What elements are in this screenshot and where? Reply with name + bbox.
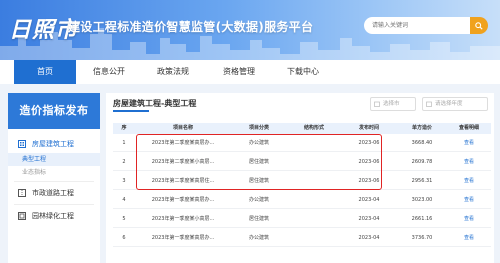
site-header: 日照市 建设工程标准造价智慧监管(大数据)服务平台: [0, 0, 500, 60]
col-price: 单方造价: [411, 125, 432, 131]
sidebar-heading: 造价指标发布: [8, 93, 100, 129]
sidebar-item-building[interactable]: 房屋建筑工程: [8, 135, 100, 153]
view-link[interactable]: 查看: [447, 153, 491, 171]
calendar-icon: [374, 101, 380, 107]
cell-date: 2023-04: [358, 216, 380, 222]
cell-type: 办公建筑: [248, 197, 269, 203]
cell-price: 3668.40: [411, 140, 433, 146]
view-link[interactable]: 查看: [447, 134, 491, 152]
table-header: 序 项目名称 项目分类 结构形式 发布时间 单方造价 查看明细: [113, 123, 491, 134]
cell-type: 居住建筑: [248, 216, 269, 222]
view-link[interactable]: 查看: [447, 229, 491, 247]
building-icon: [18, 140, 26, 148]
region-select-value: 选择市: [383, 101, 400, 107]
search-button[interactable]: [470, 17, 488, 34]
cell-idx: 6: [122, 235, 126, 241]
site-title: 建设工程标准造价智慧监管(大数据)服务平台: [68, 20, 314, 34]
nav-download[interactable]: 下载中心: [278, 60, 328, 84]
sidebar-sub-format[interactable]: 业态指标: [8, 166, 100, 179]
cell-idx: 5: [122, 216, 126, 222]
sidebar-item-label: 房屋建筑工程: [32, 140, 74, 148]
highlight-box: [136, 134, 382, 190]
divider: [14, 181, 94, 182]
cell-name: 2023年第一季度某小高层...: [151, 216, 215, 222]
col-type: 项目分类: [248, 125, 269, 131]
view-link[interactable]: 查看: [447, 191, 491, 209]
cell-name: 2023年第一季度某高层办...: [151, 197, 215, 203]
year-select[interactable]: 请选择年度: [422, 97, 488, 111]
sidebar-item-road[interactable]: 市政道路工程: [8, 184, 100, 202]
tree-icon: [18, 212, 26, 220]
year-select-value: 请选择年度: [435, 101, 463, 107]
nav-home[interactable]: 首页: [14, 60, 76, 84]
cell-price: 2661.16: [411, 216, 433, 222]
sidebar-sub-typical[interactable]: 典型工程: [8, 153, 100, 166]
cell-date: 2023-04: [358, 197, 380, 203]
calendar-icon: [426, 101, 432, 107]
sidebar-item-label: 市政道路工程: [32, 189, 74, 197]
title-underline: [113, 110, 149, 112]
sidebar: 造价指标发布 房屋建筑工程 典型工程 业态指标 市政道路工程 园林绿化工程: [8, 93, 100, 263]
col-index: 序: [121, 125, 127, 131]
sidebar-item-garden[interactable]: 园林绿化工程: [8, 207, 100, 225]
cell-structure: [287, 191, 341, 209]
cell-price: 2956.31: [411, 178, 433, 184]
view-link[interactable]: 查看: [447, 210, 491, 228]
table-row: 6 2023年第一季度某高层办... 办公建筑 2023-04 3736.70 查看: [113, 229, 491, 247]
search-icon: [475, 21, 483, 30]
sidebar-item-label: 园林绿化工程: [32, 212, 74, 220]
cell-price: 2609.78: [411, 159, 433, 165]
cell-structure: [287, 229, 341, 247]
cell-idx: 3: [122, 178, 126, 184]
col-action: 查看明细: [458, 125, 479, 131]
cell-name: 2023年第一季度某高层办...: [151, 235, 215, 241]
nav-policy[interactable]: 政策法规: [148, 60, 198, 84]
cell-idx: 1: [122, 140, 126, 146]
cell-idx: 2: [122, 159, 126, 165]
cell-type: 办公建筑: [248, 235, 269, 241]
divider: [14, 204, 94, 205]
main-panel: 房屋建筑工程-典型工程 选择市 请选择年度 序 项目名称 项目分类 结构形式 发…: [106, 93, 494, 263]
page-title: 房屋建筑工程-典型工程: [113, 99, 197, 108]
cell-structure: [287, 210, 341, 228]
cell-price: 3736.70: [411, 235, 433, 241]
region-select[interactable]: 选择市: [370, 97, 416, 111]
cell-price: 3023.00: [411, 197, 433, 203]
cell-date: 2023-04: [358, 235, 380, 241]
nav-info[interactable]: 信息公开: [84, 60, 134, 84]
cell-idx: 4: [122, 197, 126, 203]
col-name: 项目名称: [172, 125, 193, 131]
search-input[interactable]: [364, 17, 470, 34]
col-date: 发布时间: [358, 125, 379, 131]
main-nav: 首页 信息公开 政策法规 资格管理 下载中心: [0, 60, 500, 84]
col-structure: 结构形式: [303, 125, 324, 131]
view-link[interactable]: 查看: [447, 172, 491, 190]
road-icon: [18, 189, 26, 197]
table-row: 5 2023年第一季度某小高层... 居住建筑 2023-04 2661.16 查看: [113, 210, 491, 228]
table-row: 4 2023年第一季度某高层办... 办公建筑 2023-04 3023.00 查看: [113, 191, 491, 209]
nav-qualification[interactable]: 资格管理: [214, 60, 264, 84]
